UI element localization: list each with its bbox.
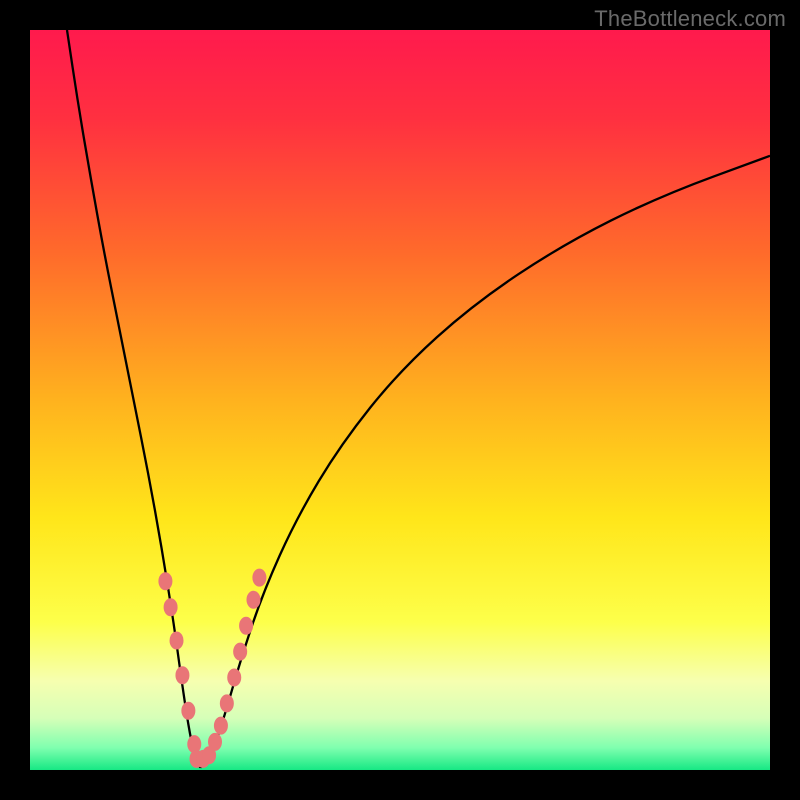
data-marker <box>246 591 260 609</box>
data-marker <box>233 643 247 661</box>
data-marker <box>158 572 172 590</box>
chart-frame: TheBottleneck.com <box>0 0 800 800</box>
watermark-text: TheBottleneck.com <box>594 6 786 32</box>
data-marker <box>214 717 228 735</box>
plot-area <box>30 30 770 770</box>
data-marker <box>208 733 222 751</box>
data-marker <box>175 666 189 684</box>
data-marker <box>239 617 253 635</box>
data-marker <box>252 569 266 587</box>
data-marker <box>181 702 195 720</box>
data-marker <box>170 632 184 650</box>
data-marker <box>220 694 234 712</box>
data-marker <box>164 598 178 616</box>
data-markers <box>30 30 770 770</box>
data-marker <box>227 669 241 687</box>
